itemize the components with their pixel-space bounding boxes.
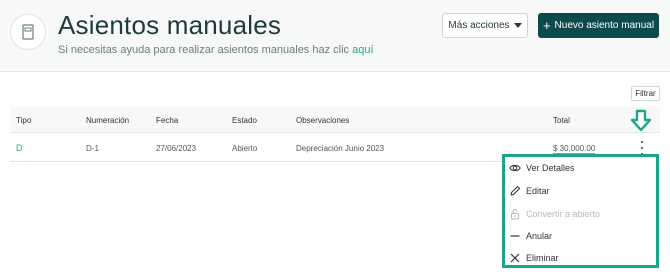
column-header-fecha: Fecha xyxy=(156,116,179,125)
menu-item-anular[interactable]: Anular xyxy=(509,227,654,245)
row-actions-kebab-icon[interactable] xyxy=(638,141,646,155)
help-text: Si necesitas ayuda para realizar asiento… xyxy=(58,44,374,56)
menu-item-convertir-a-abierto: Convertir a abierto xyxy=(509,205,654,223)
column-header-total: Total xyxy=(553,116,570,125)
column-header-estado: Estado xyxy=(232,116,257,125)
table-header: Tipo Numeración Fecha Estado Observacion… xyxy=(10,107,660,133)
more-actions-label: Más acciones xyxy=(448,20,510,31)
menu-item-label: Convertir a abierto xyxy=(526,209,601,219)
help-link[interactable]: aquí xyxy=(352,44,373,56)
row-actions-menu: Ver Detalles Editar Convertir a abierto … xyxy=(502,154,659,268)
lock-open-icon xyxy=(511,209,519,220)
menu-item-label: Ver Detalles xyxy=(526,163,575,173)
menu-item-label: Editar xyxy=(526,186,550,196)
menu-item-eliminar[interactable]: Eliminar xyxy=(509,249,654,267)
row-total: $ 30,000.00 xyxy=(553,144,596,154)
page-title: Asientos manuales xyxy=(58,10,282,40)
row-estado: Abierto xyxy=(232,144,258,153)
page-header: Asientos manuales Si necesitas ayuda par… xyxy=(0,0,670,72)
filter-button[interactable]: Filtrar xyxy=(631,86,660,101)
row-tipo-link[interactable]: D xyxy=(16,143,23,153)
menu-item-label: Anular xyxy=(526,231,553,241)
document-icon xyxy=(22,24,34,40)
minus-icon xyxy=(510,235,520,237)
close-icon xyxy=(510,253,520,263)
module-avatar xyxy=(10,14,46,50)
menu-item-ver-detalles[interactable]: Ver Detalles xyxy=(509,159,654,177)
help-text-label: Si necesitas ayuda para realizar asiento… xyxy=(58,44,350,56)
column-header-tipo: Tipo xyxy=(16,116,32,125)
caret-down-icon xyxy=(513,23,522,28)
new-entry-label: Nuevo asiento manual xyxy=(554,20,655,31)
column-header-numeracion: Numeración xyxy=(86,116,130,125)
new-entry-button[interactable]: + Nuevo asiento manual xyxy=(538,13,659,38)
menu-item-label: Eliminar xyxy=(526,253,559,263)
eye-icon xyxy=(509,164,521,172)
more-actions-button[interactable]: Más acciones xyxy=(442,13,528,38)
menu-item-editar[interactable]: Editar xyxy=(509,182,654,200)
row-fecha: 27/06/2023 xyxy=(156,144,197,153)
row-observaciones: Depreciación Junio 2023 xyxy=(296,144,385,153)
plus-icon: + xyxy=(542,17,551,33)
column-header-observaciones: Observaciones xyxy=(296,116,350,125)
pencil-icon xyxy=(510,186,520,196)
row-numeracion: D-1 xyxy=(86,144,99,153)
arrow-down-icon xyxy=(630,109,652,132)
